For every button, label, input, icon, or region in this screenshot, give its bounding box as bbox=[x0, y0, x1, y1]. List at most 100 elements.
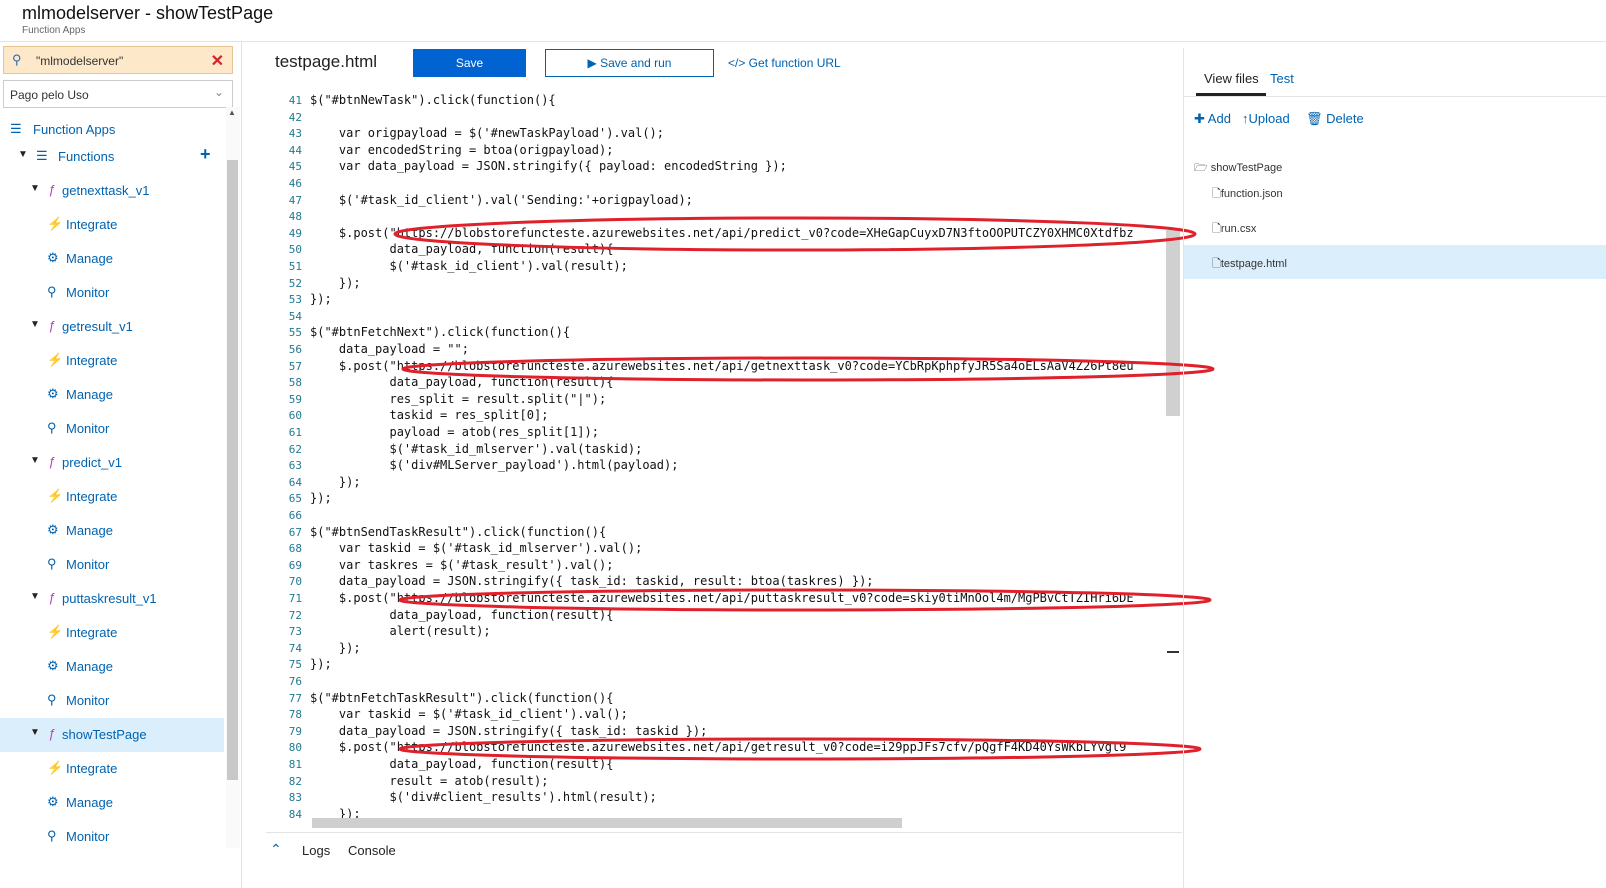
code-line[interactable]: $.post("https://blobstorefuncteste.azure… bbox=[310, 359, 1134, 373]
line-number: 82 bbox=[288, 774, 302, 788]
subscription-select[interactable]: Pago pelo Uso ⌄ bbox=[3, 80, 233, 108]
code-line[interactable]: var taskres = $('#task_result').val(); bbox=[310, 558, 614, 572]
editor-vertical-scrollbar-thumb[interactable] bbox=[1166, 230, 1180, 416]
code-line[interactable]: data_payload, function(result){ bbox=[310, 757, 613, 771]
delete-file-button[interactable]: 🗑 Delete bbox=[1306, 111, 1364, 127]
nav-function-showTestPage[interactable]: ▼ ƒ showTestPage bbox=[0, 718, 224, 752]
code-line[interactable]: $("#btnNewTask").click(function(){ bbox=[310, 93, 556, 107]
code-line[interactable]: }); bbox=[310, 475, 361, 489]
code-line[interactable]: var data_payload = JSON.stringify({ payl… bbox=[310, 159, 787, 173]
code-line[interactable]: $('#task_id_client').val(result); bbox=[310, 259, 627, 273]
file-icon: 🗋 bbox=[1212, 258, 1221, 270]
nav-puttaskresult_v1-integrate[interactable]: ⚡ Integrate bbox=[0, 616, 224, 650]
code-line[interactable]: $('#task_id_client').val('Sending:'+orig… bbox=[310, 193, 693, 207]
editor-vertical-scrollbar[interactable] bbox=[1166, 86, 1180, 816]
code-line[interactable]: }); bbox=[310, 491, 332, 505]
nav-function-getnexttask_v1[interactable]: ▼ ƒ getnexttask_v1 bbox=[0, 174, 224, 208]
code-line[interactable]: data_payload = JSON.stringify({ task_id:… bbox=[310, 574, 874, 588]
editor-horizontal-scrollbar[interactable] bbox=[312, 818, 902, 828]
code-line[interactable]: result = atob(result); bbox=[310, 774, 548, 788]
line-number: 50 bbox=[288, 243, 302, 257]
nav-predict_v1-monitor[interactable]: ⚲ Monitor bbox=[0, 548, 224, 582]
line-number: 55 bbox=[288, 326, 302, 340]
save-and-run-button[interactable]: ▶ Save and run bbox=[545, 49, 714, 77]
code-line[interactable]: var origpayload = $('#newTaskPayload').v… bbox=[310, 126, 664, 140]
code-line[interactable]: $('div#client_results').html(result); bbox=[310, 790, 656, 804]
nav-getresult_v1-integrate[interactable]: ⚡ Integrate bbox=[0, 344, 224, 378]
console-tab[interactable]: Console bbox=[348, 843, 396, 858]
code-editor[interactable]: 41 42 43 44 45 46 47 48 49 50 51 52 53 54 55 56 57 58 59 60… bbox=[266, 86, 1182, 830]
code-line[interactable]: $("#btnFetchNext").click(function(){ bbox=[310, 325, 570, 339]
code-line[interactable]: }); bbox=[310, 657, 332, 671]
search-input[interactable]: ⚲ "mlmodelserver" ✕ bbox=[3, 46, 233, 74]
code-line[interactable]: data_payload = ""; bbox=[310, 342, 469, 356]
upload-file-button[interactable]: ↑Upload bbox=[1242, 111, 1290, 126]
code-line[interactable]: data_payload, function(result){ bbox=[310, 608, 613, 622]
code-line[interactable]: $.post("https://blobstorefuncteste.azure… bbox=[310, 740, 1127, 754]
chevron-up-icon[interactable]: ⌃ bbox=[270, 841, 282, 858]
code-line[interactable]: $.post("https://blobstorefuncteste.azure… bbox=[310, 226, 1134, 240]
scroll-up-icon[interactable]: ▲ bbox=[228, 108, 236, 117]
code-line[interactable]: var taskid = $('#task_id_mlserver').val(… bbox=[310, 541, 642, 555]
nav-getresult_v1-manage[interactable]: ⚙ Manage bbox=[0, 378, 224, 412]
search-icon: ⚲ bbox=[47, 828, 57, 843]
nav-predict_v1-integrate[interactable]: ⚡ Integrate bbox=[0, 480, 224, 514]
save-button[interactable]: Save bbox=[413, 49, 526, 77]
nav-function-getresult_v1[interactable]: ▼ ƒ getresult_v1 bbox=[0, 310, 224, 344]
code-line[interactable]: $('div#MLServer_payload').html(payload); bbox=[310, 458, 678, 472]
code-line[interactable]: }); bbox=[310, 276, 361, 290]
line-number: 58 bbox=[288, 376, 302, 390]
nav-showTestPage-monitor[interactable]: ⚲ Monitor bbox=[0, 820, 224, 854]
line-number: 64 bbox=[288, 475, 302, 489]
code-line[interactable]: $("#btnFetchTaskResult").click(function(… bbox=[310, 691, 613, 705]
nav-getnexttask_v1-manage[interactable]: ⚙ Manage bbox=[0, 242, 224, 276]
nav-puttaskresult_v1-manage[interactable]: ⚙ Manage bbox=[0, 650, 224, 684]
nav-predict_v1-manage[interactable]: ⚙ Manage bbox=[0, 514, 224, 548]
nav-getresult_v1-monitor[interactable]: ⚲ Monitor bbox=[0, 412, 224, 446]
code-line[interactable]: payload = atob(res_split[1]); bbox=[310, 425, 599, 439]
sidebar-scrollbar-thumb[interactable] bbox=[227, 160, 238, 780]
code-line[interactable]: taskid = res_split[0]; bbox=[310, 408, 548, 422]
folder-item[interactable]: 🗁 showTestPage bbox=[1194, 159, 1282, 178]
clear-search-icon[interactable]: ✕ bbox=[211, 51, 224, 71]
caret-down-icon: ▼ bbox=[30, 591, 40, 602]
function-icon: ƒ bbox=[48, 182, 56, 197]
code-line[interactable]: data_payload, function(result){ bbox=[310, 242, 613, 256]
code-line[interactable]: var taskid = $('#task_id_client').val(); bbox=[310, 707, 628, 721]
nav-getnexttask_v1-integrate[interactable]: ⚡ Integrate bbox=[0, 208, 224, 242]
code-line[interactable]: }); bbox=[310, 292, 332, 306]
code-line[interactable]: $('#task_id_mlserver').val(taskid); bbox=[310, 442, 642, 456]
search-icon: ⚲ bbox=[47, 692, 57, 707]
file-item-run-csx[interactable]: 🗋run.csx bbox=[1212, 220, 1256, 239]
logs-tab[interactable]: Logs bbox=[302, 843, 330, 858]
code-line[interactable]: data_payload, function(result){ bbox=[310, 375, 613, 389]
tab-view-files[interactable]: View files bbox=[1204, 71, 1259, 86]
file-item-function-json[interactable]: 🗋function.json bbox=[1212, 185, 1283, 204]
code-line[interactable]: data_payload = JSON.stringify({ task_id:… bbox=[310, 724, 707, 738]
get-function-url-link[interactable]: </> Get function URL bbox=[728, 56, 841, 70]
code-line[interactable]: var encodedString = btoa(origpayload); bbox=[310, 143, 614, 157]
nav-getnexttask_v1-monitor[interactable]: ⚲ Monitor bbox=[0, 276, 224, 310]
code-area[interactable]: $("#btnNewTask").click(function(){ var o… bbox=[310, 86, 1166, 830]
right-panel-divider bbox=[1183, 48, 1184, 888]
nav-function-predict_v1[interactable]: ▼ ƒ predict_v1 bbox=[0, 446, 224, 480]
nav-label: Manage bbox=[66, 659, 113, 674]
nav-label: Integrate bbox=[66, 761, 118, 776]
nav-functions[interactable]: ▼ ☰ Functions + bbox=[0, 140, 224, 174]
nav-puttaskresult_v1-monitor[interactable]: ⚲ Monitor bbox=[0, 684, 224, 718]
line-number: 71 bbox=[288, 592, 302, 605]
nav-showTestPage-manage[interactable]: ⚙ Manage bbox=[0, 786, 224, 820]
code-line[interactable]: $.post("https://blobstorefuncteste.azure… bbox=[310, 591, 1134, 605]
code-line[interactable]: $("#btnSendTaskResult").click(function()… bbox=[310, 525, 606, 539]
nav-showTestPage-integrate[interactable]: ⚡ Integrate bbox=[0, 752, 224, 786]
line-number: 63 bbox=[288, 459, 302, 473]
code-line[interactable]: res_split = result.split("|"); bbox=[310, 392, 606, 406]
code-line[interactable]: }); bbox=[310, 641, 361, 655]
file-item-testpage-html[interactable]: 🗋testpage.html bbox=[1212, 255, 1287, 274]
nav-function-puttaskresult_v1[interactable]: ▼ ƒ puttaskresult_v1 bbox=[0, 582, 224, 616]
gear-icon: ⚙ bbox=[47, 386, 59, 401]
add-file-button[interactable]: ✚ Add bbox=[1194, 111, 1231, 127]
add-function-icon[interactable]: + bbox=[200, 144, 211, 165]
code-line[interactable]: alert(result); bbox=[310, 624, 490, 638]
tab-test[interactable]: Test bbox=[1270, 71, 1294, 86]
